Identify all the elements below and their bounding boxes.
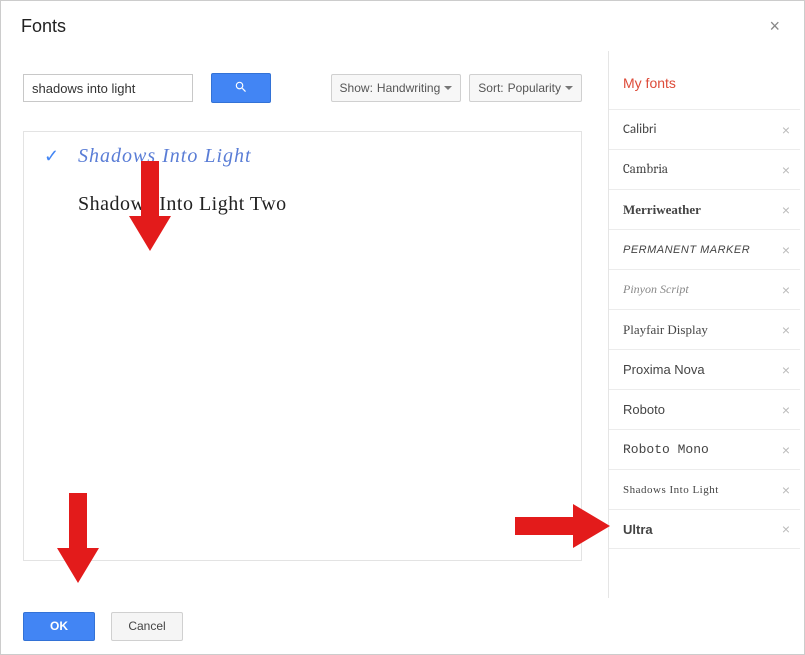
ok-button[interactable]: OK	[23, 612, 95, 641]
my-fonts-sidebar[interactable]: My fonts Calibri × Cambria × Merriweathe…	[608, 51, 800, 598]
left-column: Show: Handwriting Sort: Popularity ✓ Sha…	[1, 51, 604, 598]
remove-font-icon[interactable]: ×	[778, 519, 794, 539]
my-font-name: Roboto Mono	[623, 442, 709, 457]
controls-row: Show: Handwriting Sort: Popularity	[23, 73, 582, 103]
dialog-footer: OK Cancel	[1, 598, 804, 654]
font-results-list[interactable]: ✓ Shadows Into Light Shadows Into Light …	[23, 131, 582, 561]
my-font-name: Ultra	[623, 522, 653, 537]
show-filter-prefix: Show:	[340, 81, 373, 95]
remove-font-icon[interactable]: ×	[778, 160, 794, 180]
my-font-row[interactable]: Permanent Marker ×	[609, 229, 800, 269]
chevron-down-icon	[444, 86, 452, 90]
sort-value: Popularity	[508, 81, 561, 95]
my-font-row[interactable]: Proxima Nova ×	[609, 349, 800, 389]
show-filter-value: Handwriting	[377, 81, 440, 95]
my-font-name: Merriweather	[623, 202, 701, 218]
font-result-name: Shadows Into Light	[78, 145, 252, 168]
my-font-name: Playfair Display	[623, 322, 708, 338]
check-icon: ✓	[44, 146, 78, 167]
chevron-down-icon	[565, 86, 573, 90]
remove-font-icon[interactable]: ×	[778, 440, 794, 460]
close-icon[interactable]: ×	[763, 15, 786, 37]
remove-font-icon[interactable]: ×	[778, 200, 794, 220]
my-font-name: Cambria	[623, 162, 668, 177]
sort-prefix: Sort:	[478, 81, 503, 95]
my-font-name: Permanent Marker	[623, 244, 750, 256]
remove-font-icon[interactable]: ×	[778, 480, 794, 500]
cancel-button[interactable]: Cancel	[111, 612, 183, 641]
search-icon	[234, 80, 248, 97]
my-font-row[interactable]: Merriweather ×	[609, 189, 800, 229]
my-font-name: Proxima Nova	[623, 362, 705, 377]
fonts-dialog: Fonts × Show: Handwriting Sort:	[0, 0, 805, 655]
dialog-header: Fonts ×	[1, 1, 804, 45]
font-result-row[interactable]: ✓ Shadows Into Light	[24, 132, 581, 180]
my-font-row[interactable]: Roboto Mono ×	[609, 429, 800, 469]
search-input[interactable]	[23, 74, 193, 102]
my-fonts-heading: My fonts	[609, 51, 800, 109]
my-font-row[interactable]: Cambria ×	[609, 149, 800, 189]
my-font-row[interactable]: Calibri ×	[609, 109, 800, 149]
remove-font-icon[interactable]: ×	[778, 320, 794, 340]
my-font-name: Pinyon Script	[623, 282, 689, 297]
font-result-row[interactable]: Shadows Into Light Two	[24, 180, 581, 228]
my-font-row[interactable]: Ultra ×	[609, 509, 800, 549]
show-filter-dropdown[interactable]: Show: Handwriting	[331, 74, 462, 102]
remove-font-icon[interactable]: ×	[778, 280, 794, 300]
my-font-row[interactable]: Roboto ×	[609, 389, 800, 429]
my-font-name: Roboto	[623, 402, 665, 417]
sort-dropdown[interactable]: Sort: Popularity	[469, 74, 582, 102]
dialog-body: Show: Handwriting Sort: Popularity ✓ Sha…	[1, 51, 804, 598]
my-font-name: Calibri	[623, 122, 656, 137]
my-font-row[interactable]: Shadows Into Light ×	[609, 469, 800, 509]
font-result-name: Shadows Into Light Two	[78, 193, 287, 216]
my-font-name: Shadows Into Light	[623, 484, 719, 496]
my-font-row[interactable]: Playfair Display ×	[609, 309, 800, 349]
remove-font-icon[interactable]: ×	[778, 400, 794, 420]
remove-font-icon[interactable]: ×	[778, 240, 794, 260]
search-button[interactable]	[211, 73, 271, 103]
my-font-row[interactable]: Pinyon Script ×	[609, 269, 800, 309]
remove-font-icon[interactable]: ×	[778, 360, 794, 380]
dialog-title: Fonts	[21, 16, 66, 37]
remove-font-icon[interactable]: ×	[778, 120, 794, 140]
